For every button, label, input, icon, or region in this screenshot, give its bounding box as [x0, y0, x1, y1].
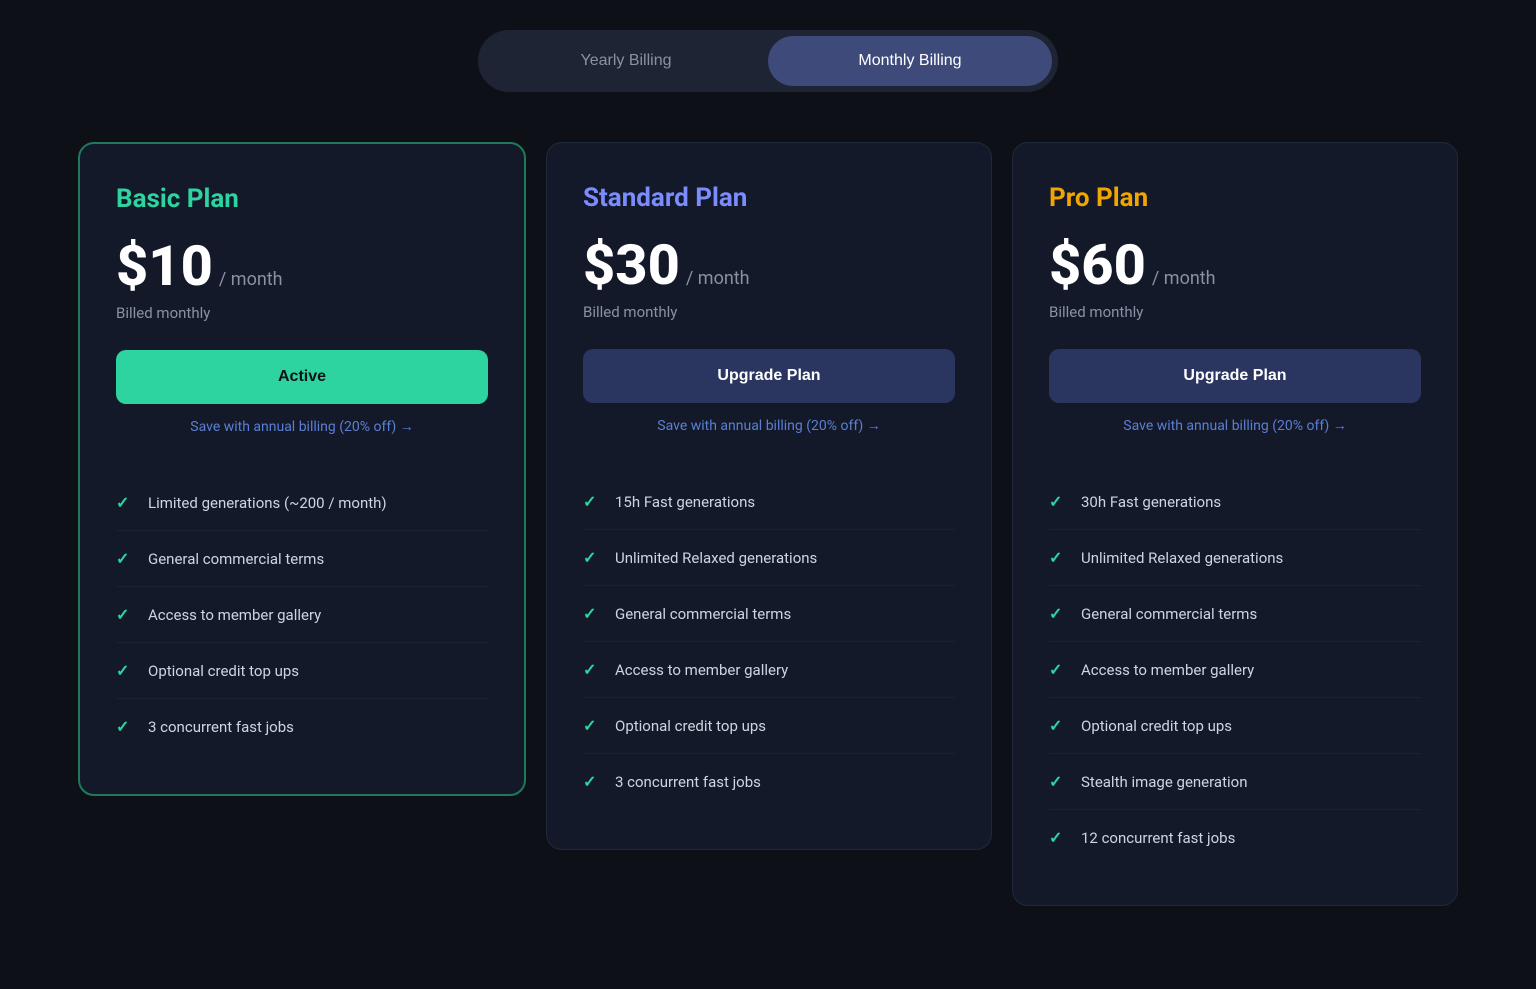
plan-name: Basic Plan: [116, 184, 488, 214]
price-row: $10 / month: [116, 238, 488, 294]
check-icon: ✓: [116, 717, 134, 736]
plan-card-standard: Standard Plan $30 / month Billed monthly…: [546, 142, 992, 850]
billing-toggle: Yearly Billing Monthly Billing: [478, 30, 1058, 92]
billed-text: Billed monthly: [116, 304, 488, 322]
feature-item: ✓ 30h Fast generations: [1049, 474, 1421, 530]
active-button[interactable]: Active: [116, 350, 488, 404]
check-icon: ✓: [583, 604, 601, 623]
feature-item: ✓ Unlimited Relaxed generations: [1049, 530, 1421, 586]
features-list: ✓ 30h Fast generations ✓ Unlimited Relax…: [1049, 474, 1421, 865]
feature-item: ✓ Stealth image generation: [1049, 754, 1421, 810]
feature-item: ✓ General commercial terms: [116, 531, 488, 587]
price-period: / month: [1152, 268, 1216, 289]
price-period: / month: [686, 268, 750, 289]
feature-text: 30h Fast generations: [1081, 493, 1221, 511]
plan-name: Pro Plan: [1049, 183, 1421, 213]
feature-item: ✓ Access to member gallery: [583, 642, 955, 698]
feature-text: Access to member gallery: [148, 606, 321, 624]
save-annual-link[interactable]: Save with annual billing (20% off) →: [1049, 417, 1421, 434]
check-icon: ✓: [583, 660, 601, 679]
plan-card-basic: Basic Plan $10 / month Billed monthly Ac…: [78, 142, 526, 796]
yearly-billing-button[interactable]: Yearly Billing: [484, 36, 768, 86]
feature-item: ✓ 12 concurrent fast jobs: [1049, 810, 1421, 865]
feature-item: ✓ 3 concurrent fast jobs: [116, 699, 488, 754]
check-icon: ✓: [1049, 492, 1067, 511]
check-icon: ✓: [1049, 772, 1067, 791]
plan-name: Standard Plan: [583, 183, 955, 213]
check-icon: ✓: [1049, 828, 1067, 847]
price-amount: $30: [583, 237, 680, 293]
feature-text: General commercial terms: [148, 550, 324, 568]
upgrade-button[interactable]: Upgrade Plan: [1049, 349, 1421, 403]
feature-text: Optional credit top ups: [148, 662, 299, 680]
check-icon: ✓: [116, 549, 134, 568]
check-icon: ✓: [1049, 604, 1067, 623]
check-icon: ✓: [1049, 548, 1067, 567]
price-amount: $10: [116, 238, 213, 294]
feature-text: Limited generations (~200 / month): [148, 494, 387, 512]
plan-card-pro: Pro Plan $60 / month Billed monthly Upgr…: [1012, 142, 1458, 906]
price-row: $60 / month: [1049, 237, 1421, 293]
check-icon: ✓: [583, 772, 601, 791]
upgrade-button[interactable]: Upgrade Plan: [583, 349, 955, 403]
monthly-billing-button[interactable]: Monthly Billing: [768, 36, 1052, 86]
check-icon: ✓: [583, 548, 601, 567]
feature-text: Optional credit top ups: [615, 717, 766, 735]
billed-text: Billed monthly: [583, 303, 955, 321]
feature-item: ✓ 3 concurrent fast jobs: [583, 754, 955, 809]
feature-text: 3 concurrent fast jobs: [615, 773, 761, 791]
save-annual-link[interactable]: Save with annual billing (20% off) →: [116, 418, 488, 435]
feature-text: 15h Fast generations: [615, 493, 755, 511]
feature-item: ✓ Optional credit top ups: [1049, 698, 1421, 754]
price-row: $30 / month: [583, 237, 955, 293]
check-icon: ✓: [583, 716, 601, 735]
price-amount: $60: [1049, 237, 1146, 293]
feature-text: 3 concurrent fast jobs: [148, 718, 294, 736]
check-icon: ✓: [116, 493, 134, 512]
feature-text: Stealth image generation: [1081, 773, 1247, 791]
feature-text: Unlimited Relaxed generations: [1081, 549, 1283, 567]
features-list: ✓ Limited generations (~200 / month) ✓ G…: [116, 475, 488, 754]
feature-item: ✓ General commercial terms: [583, 586, 955, 642]
feature-item: ✓ Optional credit top ups: [116, 643, 488, 699]
feature-text: Access to member gallery: [1081, 661, 1254, 679]
feature-item: ✓ Access to member gallery: [116, 587, 488, 643]
feature-item: ✓ General commercial terms: [1049, 586, 1421, 642]
feature-item: ✓ Limited generations (~200 / month): [116, 475, 488, 531]
feature-item: ✓ Access to member gallery: [1049, 642, 1421, 698]
save-annual-link[interactable]: Save with annual billing (20% off) →: [583, 417, 955, 434]
check-icon: ✓: [116, 661, 134, 680]
plans-container: Basic Plan $10 / month Billed monthly Ac…: [78, 142, 1458, 906]
check-icon: ✓: [1049, 716, 1067, 735]
features-list: ✓ 15h Fast generations ✓ Unlimited Relax…: [583, 474, 955, 809]
billed-text: Billed monthly: [1049, 303, 1421, 321]
feature-item: ✓ Unlimited Relaxed generations: [583, 530, 955, 586]
feature-item: ✓ 15h Fast generations: [583, 474, 955, 530]
feature-text: General commercial terms: [1081, 605, 1257, 623]
price-period: / month: [219, 269, 283, 290]
check-icon: ✓: [116, 605, 134, 624]
feature-text: Unlimited Relaxed generations: [615, 549, 817, 567]
check-icon: ✓: [583, 492, 601, 511]
feature-item: ✓ Optional credit top ups: [583, 698, 955, 754]
feature-text: General commercial terms: [615, 605, 791, 623]
feature-text: Optional credit top ups: [1081, 717, 1232, 735]
check-icon: ✓: [1049, 660, 1067, 679]
feature-text: 12 concurrent fast jobs: [1081, 829, 1235, 847]
feature-text: Access to member gallery: [615, 661, 788, 679]
